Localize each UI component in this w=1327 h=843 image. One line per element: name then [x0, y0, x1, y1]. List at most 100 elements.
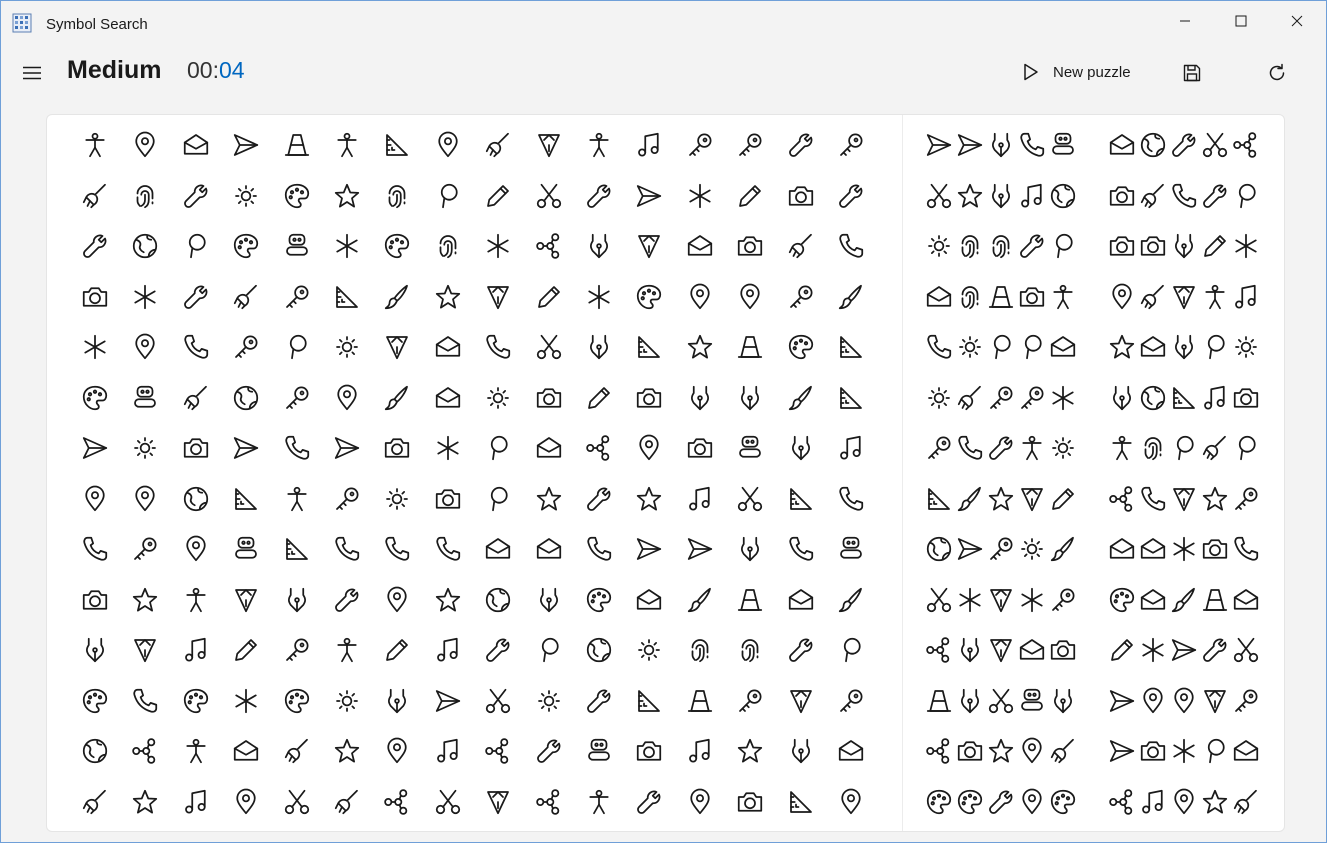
answer-option-left[interactable] — [923, 529, 1078, 569]
grid-symbol-wrench[interactable] — [176, 176, 216, 216]
grid-symbol-scissors[interactable] — [529, 176, 569, 216]
grid-symbol-palette[interactable] — [579, 580, 619, 620]
grid-symbol-star[interactable] — [125, 782, 165, 822]
grid-symbol-palette[interactable] — [629, 277, 669, 317]
grid-symbol-person[interactable] — [75, 125, 115, 165]
grid-symbol-send[interactable] — [75, 428, 115, 468]
grid-symbol-star[interactable] — [327, 176, 367, 216]
grid-symbol-mail[interactable] — [629, 580, 669, 620]
answer-option-right[interactable] — [1106, 630, 1261, 670]
grid-symbol-sun[interactable] — [478, 378, 518, 418]
grid-symbol-wrench[interactable] — [579, 176, 619, 216]
grid-symbol-camera[interactable] — [781, 176, 821, 216]
refresh-button[interactable] — [1262, 58, 1292, 88]
grid-symbol-wrench[interactable] — [478, 630, 518, 670]
grid-symbol-star[interactable] — [730, 731, 770, 771]
grid-symbol-music[interactable] — [629, 125, 669, 165]
grid-symbol-nodes[interactable] — [377, 782, 417, 822]
grid-symbol-sun[interactable] — [327, 327, 367, 367]
grid-symbol-pin[interactable] — [377, 580, 417, 620]
grid-symbol-robot[interactable] — [579, 731, 619, 771]
grid-symbol-brush[interactable] — [831, 277, 871, 317]
grid-symbol-phone[interactable] — [781, 529, 821, 569]
answer-option-left[interactable] — [923, 630, 1078, 670]
grid-symbol-broom[interactable] — [75, 782, 115, 822]
save-button[interactable] — [1177, 58, 1207, 88]
grid-symbol-pin[interactable] — [226, 782, 266, 822]
grid-symbol-pencil[interactable] — [377, 630, 417, 670]
answer-option-right[interactable] — [1106, 125, 1261, 165]
grid-symbol-cone[interactable] — [730, 580, 770, 620]
grid-symbol-ballon[interactable] — [428, 176, 468, 216]
grid-symbol-sun[interactable] — [377, 479, 417, 519]
grid-symbol-person[interactable] — [277, 479, 317, 519]
grid-symbol-asterisk[interactable] — [680, 176, 720, 216]
answer-option-right[interactable] — [1106, 277, 1261, 317]
grid-symbol-broom[interactable] — [277, 731, 317, 771]
grid-symbol-broom[interactable] — [75, 176, 115, 216]
grid-symbol-asterisk[interactable] — [579, 277, 619, 317]
grid-symbol-mail[interactable] — [781, 580, 821, 620]
menu-button[interactable] — [19, 61, 45, 85]
grid-symbol-camera[interactable] — [176, 428, 216, 468]
grid-symbol-globe[interactable] — [226, 378, 266, 418]
grid-symbol-brush[interactable] — [377, 277, 417, 317]
answer-option-left[interactable] — [923, 782, 1078, 822]
grid-symbol-scissors[interactable] — [277, 782, 317, 822]
grid-symbol-sun[interactable] — [125, 428, 165, 468]
grid-symbol-phone[interactable] — [831, 226, 871, 266]
grid-symbol-nib[interactable] — [730, 378, 770, 418]
grid-symbol-nodes[interactable] — [478, 731, 518, 771]
grid-symbol-globe[interactable] — [579, 630, 619, 670]
grid-symbol-star[interactable] — [125, 580, 165, 620]
grid-symbol-nodes[interactable] — [579, 428, 619, 468]
answer-option-right[interactable] — [1106, 378, 1261, 418]
grid-symbol-globe[interactable] — [125, 226, 165, 266]
grid-symbol-phone[interactable] — [125, 681, 165, 721]
grid-symbol-asterisk[interactable] — [75, 327, 115, 367]
grid-symbol-pin[interactable] — [125, 125, 165, 165]
grid-symbol-pen[interactable] — [478, 277, 518, 317]
grid-symbol-wrench[interactable] — [831, 176, 871, 216]
grid-symbol-mail[interactable] — [831, 731, 871, 771]
grid-symbol-palette[interactable] — [277, 681, 317, 721]
grid-symbol-key[interactable] — [831, 125, 871, 165]
grid-symbol-key[interactable] — [277, 277, 317, 317]
grid-symbol-broom[interactable] — [176, 378, 216, 418]
grid-symbol-pin[interactable] — [327, 378, 367, 418]
grid-symbol-pencil[interactable] — [226, 630, 266, 670]
answer-option-left[interactable] — [923, 125, 1078, 165]
grid-symbol-pin[interactable] — [680, 277, 720, 317]
grid-symbol-cone[interactable] — [277, 125, 317, 165]
grid-symbol-pen[interactable] — [529, 125, 569, 165]
grid-symbol-send[interactable] — [680, 529, 720, 569]
grid-symbol-ballon[interactable] — [831, 630, 871, 670]
grid-symbol-pin[interactable] — [125, 479, 165, 519]
grid-symbol-wrench[interactable] — [781, 630, 821, 670]
grid-symbol-key[interactable] — [730, 681, 770, 721]
grid-symbol-nib[interactable] — [781, 428, 821, 468]
answer-option-left[interactable] — [923, 580, 1078, 620]
grid-symbol-mail[interactable] — [176, 125, 216, 165]
grid-symbol-music[interactable] — [680, 479, 720, 519]
grid-symbol-key[interactable] — [327, 479, 367, 519]
grid-symbol-mail[interactable] — [226, 731, 266, 771]
answer-option-left[interactable] — [923, 731, 1078, 771]
answer-option-left[interactable] — [923, 479, 1078, 519]
grid-symbol-camera[interactable] — [730, 226, 770, 266]
grid-symbol-asterisk[interactable] — [327, 226, 367, 266]
grid-symbol-broom[interactable] — [327, 782, 367, 822]
grid-symbol-globe[interactable] — [478, 580, 518, 620]
grid-symbol-ballon[interactable] — [478, 479, 518, 519]
grid-symbol-palette[interactable] — [176, 681, 216, 721]
grid-symbol-wrench[interactable] — [579, 479, 619, 519]
grid-symbol-pencil[interactable] — [478, 176, 518, 216]
grid-symbol-star[interactable] — [327, 731, 367, 771]
grid-symbol-ruler[interactable] — [781, 479, 821, 519]
grid-symbol-camera[interactable] — [75, 580, 115, 620]
grid-symbol-nib[interactable] — [529, 580, 569, 620]
grid-symbol-nib[interactable] — [579, 327, 619, 367]
grid-symbol-phone[interactable] — [478, 327, 518, 367]
grid-symbol-palette[interactable] — [75, 681, 115, 721]
answer-option-left[interactable] — [923, 378, 1078, 418]
